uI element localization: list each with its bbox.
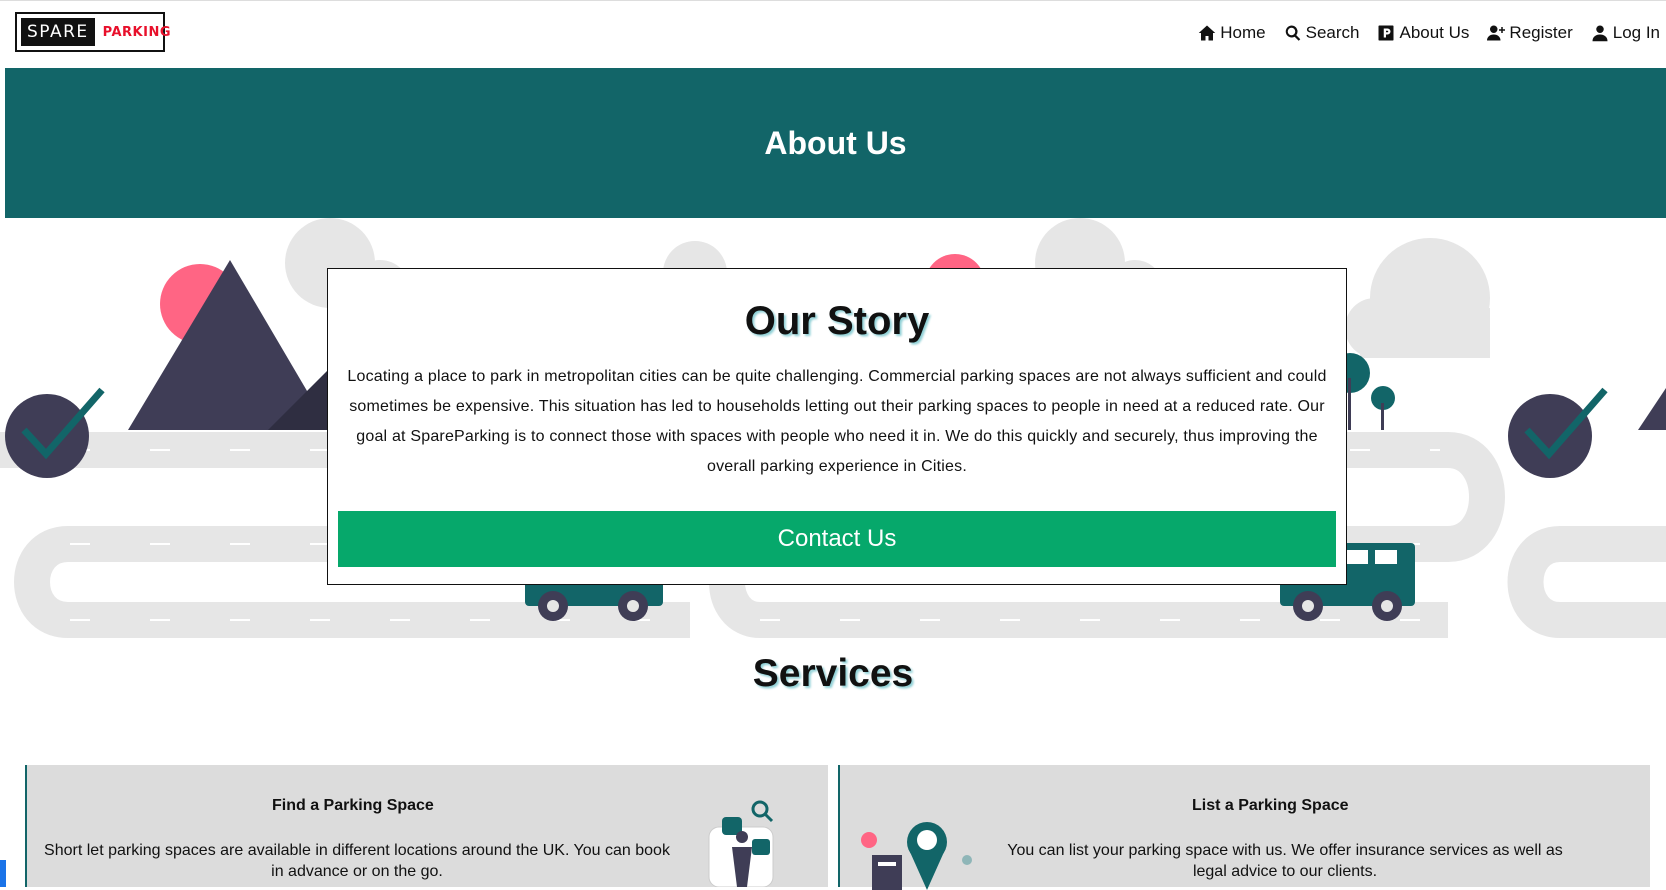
service-card-title: Find a Parking Space: [272, 797, 434, 814]
site-header: SPARE PARKING Home Search About Us Regis…: [0, 1, 1666, 68]
services-title: Services: [752, 652, 914, 695]
search-icon: [1285, 25, 1300, 41]
service-card-body: Short let parking spaces are available i…: [44, 842, 670, 880]
page-title: About Us: [764, 124, 907, 161]
user-icon: [1592, 25, 1608, 42]
main-nav: Home Search About Us Register Log In: [1198, 23, 1660, 43]
story-body: Locating a place to park in metropolitan…: [347, 368, 1327, 475]
nav-about-label: About Us: [1399, 23, 1470, 42]
our-story-card: Our Story Locating a place to park in me…: [327, 268, 1347, 585]
home-icon: [1199, 25, 1216, 41]
logo[interactable]: SPARE PARKING: [15, 12, 171, 52]
nav-register[interactable]: Register: [1487, 23, 1573, 43]
logo-spare-text: SPARE: [21, 18, 95, 46]
nav-home[interactable]: Home: [1198, 23, 1266, 43]
nav-search-label: Search: [1305, 23, 1360, 42]
user-plus-icon: [1487, 25, 1506, 41]
person-search-icon: [708, 800, 774, 887]
parking-icon: [1378, 25, 1394, 41]
logo-parking-text: PARKING: [102, 24, 172, 40]
nav-home-label: Home: [1220, 23, 1266, 42]
service-card-list: List a Parking Space You can list your p…: [838, 765, 1650, 890]
nav-login-label: Log In: [1612, 23, 1660, 42]
location-pin-icon: [861, 822, 972, 890]
scroll-indicator: [0, 860, 6, 887]
service-card-title: List a Parking Space: [1192, 797, 1349, 814]
story-title: Our Story: [744, 299, 930, 343]
service-card-body: You can list your parking space with us.…: [1007, 842, 1563, 880]
nav-register-label: Register: [1509, 23, 1573, 42]
nav-login[interactable]: Log In: [1591, 23, 1660, 43]
nav-about[interactable]: About Us: [1377, 23, 1469, 43]
service-card-find: Find a Parking Space Short let parking s…: [25, 765, 828, 887]
contact-us-button[interactable]: Contact Us: [338, 511, 1336, 567]
nav-search[interactable]: Search: [1284, 23, 1360, 43]
hero-banner: About Us: [5, 68, 1666, 218]
